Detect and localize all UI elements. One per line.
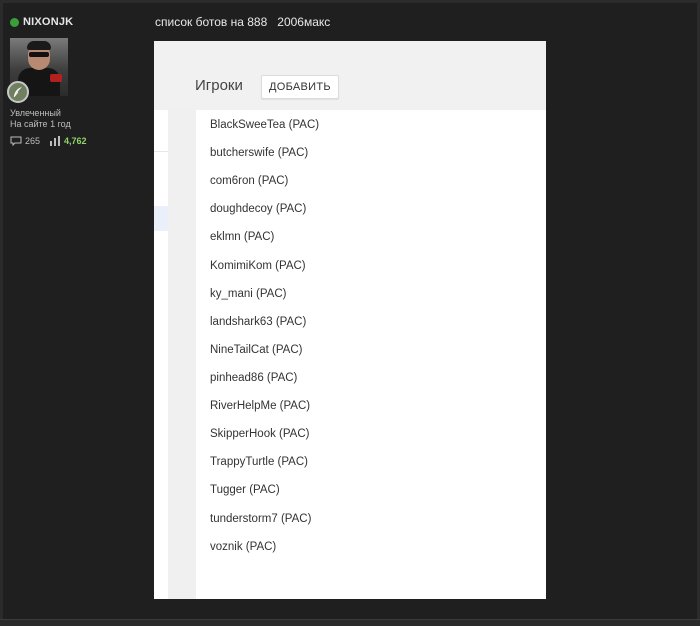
embedded-screenshot-panel: Игроки ДОБАВИТЬ BlackSweeTea (PAC) butch…: [154, 41, 546, 599]
left-strip-selected-row[interactable]: [154, 206, 168, 231]
feather-badge-icon: [7, 81, 29, 103]
posts-count: 265: [25, 136, 41, 146]
add-player-button[interactable]: ДОБАВИТЬ: [261, 75, 339, 99]
player-list-item[interactable]: voznik (PAC): [210, 541, 276, 553]
username-row: NIXONJK: [10, 14, 145, 30]
player-list-item[interactable]: com6ron (PAC): [210, 175, 288, 187]
frame-bottom-edge: [0, 619, 700, 626]
panel-header: [154, 41, 546, 110]
frame-left-edge: [0, 0, 3, 626]
player-list-item[interactable]: RiverHelpMe (PAC): [210, 400, 310, 412]
avatar-chips-shape: [50, 74, 62, 82]
player-list-item[interactable]: KomimiKom (PAC): [210, 260, 306, 272]
player-list-item[interactable]: NineTailCat (PAC): [210, 344, 302, 356]
player-list-item[interactable]: tunderstorm7 (PAC): [210, 513, 311, 525]
frame-top-edge: [0, 0, 700, 3]
post-title: список ботов на 888 2006макс: [155, 15, 331, 29]
user-tenure: На сайте 1 год: [10, 119, 71, 129]
player-list-item[interactable]: TrappyTurtle (PAC): [210, 456, 308, 468]
player-list-item[interactable]: Tugger (PAC): [210, 484, 280, 496]
bar-chart-icon: [49, 136, 61, 146]
players-section-title: Игроки: [195, 77, 243, 94]
player-list-item[interactable]: butcherswife (PAC): [210, 147, 308, 159]
username-link[interactable]: NIXONJK: [23, 16, 73, 28]
panel-left-strip: [154, 110, 168, 599]
user-info-block: NIXONJK Увлеченный На сайте 1 год 265 4,…: [7, 14, 145, 146]
player-list-item[interactable]: BlackSweeTea (PAC): [210, 119, 319, 131]
avatar[interactable]: [7, 38, 68, 103]
player-list-item[interactable]: eklmn (PAC): [210, 231, 274, 243]
player-list-item[interactable]: SkipperHook (PAC): [210, 428, 310, 440]
panel-gutter: [168, 110, 196, 599]
user-stats-row: 265 4,762: [10, 136, 145, 146]
feather-icon-svg: [13, 87, 22, 98]
comment-icon: [10, 136, 22, 146]
avatar-glasses-shape: [29, 52, 49, 57]
left-strip-divider: [154, 151, 168, 152]
online-status-icon: [10, 17, 19, 27]
player-list-item[interactable]: doughdecoy (PAC): [210, 203, 306, 215]
players-list: BlackSweeTea (PAC) butcherswife (PAC) co…: [196, 110, 546, 599]
player-list-item[interactable]: landshark63 (PAC): [210, 316, 306, 328]
avatar-hair-shape: [27, 41, 51, 50]
player-list-item[interactable]: ky_mani (PAC): [210, 288, 286, 300]
user-status: Увлеченный: [10, 108, 61, 118]
rating-value: 4,762: [64, 136, 87, 146]
player-list-item[interactable]: pinhead86 (PAC): [210, 372, 297, 384]
